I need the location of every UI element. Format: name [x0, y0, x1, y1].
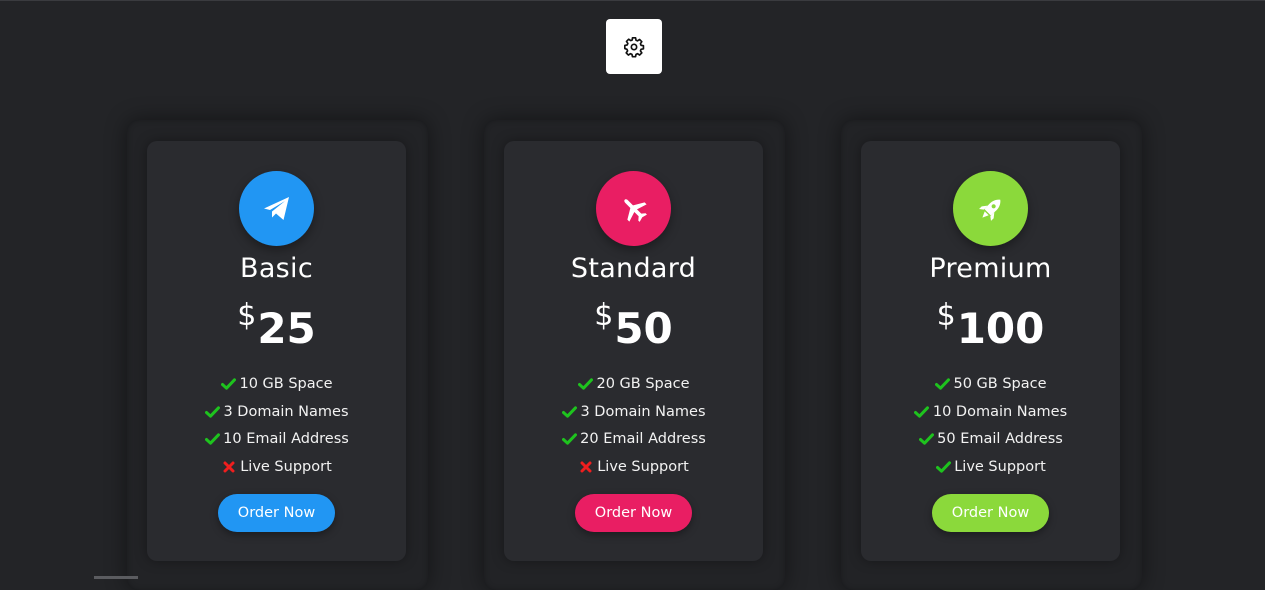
feature-label: Live Support — [954, 458, 1046, 475]
feature-item: Live Support — [147, 453, 406, 481]
feature-item: 10 Domain Names — [861, 398, 1120, 426]
feature-label: 20 GB Space — [596, 375, 690, 392]
feature-item: 3 Domain Names — [504, 398, 763, 426]
check-icon — [935, 461, 951, 473]
check-icon — [561, 405, 577, 418]
airplane-icon — [623, 198, 647, 222]
pricing-card-premium: Premium $100 50 GB Space 10 Domain Names… — [841, 120, 1142, 590]
feature-label: 20 Email Address — [580, 431, 706, 448]
feature-label: 10 Domain Names — [932, 403, 1068, 420]
feature-label: 3 Domain Names — [580, 403, 706, 420]
order-now-button[interactable]: Order Now — [932, 494, 1049, 532]
feature-item: 10 Email Address — [147, 425, 406, 453]
feature-list: 50 GB Space 10 Domain Names 50 Email Add… — [861, 370, 1120, 481]
feature-item: 10 GB Space — [147, 370, 406, 398]
pricing-card-body: Premium $100 50 GB Space 10 Domain Names… — [861, 141, 1120, 561]
price-amount: 25 — [257, 304, 316, 353]
feature-item: Live Support — [504, 453, 763, 481]
check-icon — [561, 433, 577, 445]
price-amount: 50 — [614, 304, 673, 353]
check-icon — [577, 378, 593, 390]
gear-icon — [624, 36, 645, 58]
feature-label: 50 Email Address — [937, 431, 1063, 448]
plan-name: Standard — [570, 253, 697, 284]
check-icon — [914, 405, 930, 418]
plan-name: Premium — [929, 253, 1052, 284]
top-border — [0, 0, 1265, 1]
plan-name: Basic — [240, 253, 313, 284]
check-icon — [220, 378, 236, 390]
plan-icon-badge — [596, 171, 671, 246]
price-currency: $ — [237, 298, 257, 333]
theme-toggle-button[interactable] — [606, 19, 662, 74]
pricing-card-body: Standard $50 20 GB Space 3 Domain Names … — [504, 141, 763, 561]
check-icon — [204, 433, 220, 445]
plan-price: $100 — [861, 298, 1120, 350]
cross-icon — [578, 461, 594, 473]
price-currency: $ — [594, 298, 614, 333]
pricing-card-standard: Standard $50 20 GB Space 3 Domain Names … — [484, 120, 785, 590]
feature-label: 10 GB Space — [239, 375, 333, 392]
rocket-icon — [978, 199, 1000, 221]
check-icon — [934, 378, 950, 390]
feature-item: 20 Email Address — [504, 425, 763, 453]
pricing-card-basic: Basic $25 10 GB Space 3 Domain Names 10 … — [127, 120, 428, 590]
feature-label: Live Support — [597, 458, 689, 475]
feature-list: 20 GB Space 3 Domain Names 20 Email Addr… — [504, 370, 763, 481]
feature-label: 3 Domain Names — [223, 403, 349, 420]
feature-list: 10 GB Space 3 Domain Names 10 Email Addr… — [147, 370, 406, 481]
price-amount: 100 — [956, 304, 1045, 353]
feature-label: Live Support — [240, 458, 332, 475]
pricing-card-body: Basic $25 10 GB Space 3 Domain Names 10 … — [147, 141, 406, 561]
paper-plane-icon — [263, 196, 289, 220]
price-currency: $ — [936, 298, 956, 333]
plan-price: $50 — [504, 298, 763, 350]
check-icon — [918, 433, 934, 445]
cross-icon — [221, 461, 237, 473]
feature-item: 20 GB Space — [504, 370, 763, 398]
plan-icon-badge — [239, 171, 314, 246]
plan-icon-badge — [953, 171, 1028, 246]
feature-item: Live Support — [861, 453, 1120, 481]
order-now-button[interactable]: Order Now — [218, 494, 335, 532]
check-icon — [204, 405, 220, 418]
feature-label: 50 GB Space — [953, 375, 1047, 392]
feature-item: 50 Email Address — [861, 425, 1120, 453]
feature-label: 10 Email Address — [223, 431, 349, 448]
order-now-button[interactable]: Order Now — [575, 494, 692, 532]
feature-item: 50 GB Space — [861, 370, 1120, 398]
plan-price: $25 — [147, 298, 406, 350]
feature-item: 3 Domain Names — [147, 398, 406, 426]
